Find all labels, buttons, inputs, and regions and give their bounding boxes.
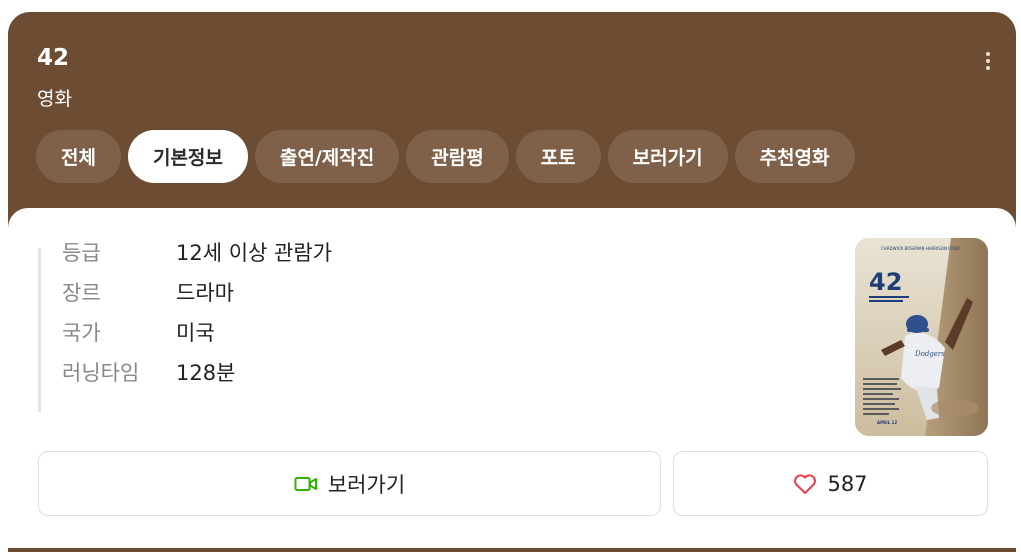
- info-list: 등급 12세 이상 관람가 장르 드라마 국가 미국 러닝타임 128분: [38, 241, 332, 412]
- watch-button[interactable]: 보러가기: [38, 451, 661, 516]
- movie-title: 42: [37, 45, 70, 71]
- tab-cast-crew[interactable]: 출연/제작진: [254, 130, 400, 183]
- basic-info-panel: 등급 12세 이상 관람가 장르 드라마 국가 미국 러닝타임 128분 CHA…: [8, 208, 1016, 548]
- tab-recommended[interactable]: 추천영화: [734, 130, 855, 183]
- tab-basic-info[interactable]: 기본정보: [127, 130, 248, 183]
- movie-poster[interactable]: CHADWICK BOSEMAN HARRISON FORD 42 Dodger…: [855, 238, 988, 436]
- heart-icon: [794, 473, 817, 494]
- tab-photos[interactable]: 포토: [515, 130, 601, 183]
- movie-card: 42 영화 전체 기본정보 출연/제작진 관람평 포토 보러가기 추천영화 등급…: [8, 12, 1016, 552]
- info-label: 러닝타임: [62, 361, 140, 385]
- tab-watch[interactable]: 보러가기: [607, 130, 728, 183]
- info-value: 미국: [176, 321, 215, 345]
- tab-reviews[interactable]: 관람평: [406, 130, 509, 183]
- poster-cast-text: CHADWICK BOSEMAN HARRISON FORD: [881, 246, 960, 251]
- info-value: 12세 이상 관람가: [176, 241, 332, 265]
- tab-bar: 전체 기본정보 출연/제작진 관람평 포토 보러가기 추천영화: [36, 130, 855, 183]
- watch-button-label: 보러가기: [327, 472, 406, 497]
- svg-text:Dodgers: Dodgers: [914, 350, 945, 358]
- more-options-icon[interactable]: [980, 50, 996, 76]
- tab-all[interactable]: 전체: [36, 130, 121, 183]
- info-label: 장르: [62, 281, 101, 305]
- poster-release-text: APRIL 12: [877, 420, 897, 425]
- video-camera-icon: [294, 476, 317, 491]
- poster-title-text: 42: [869, 268, 902, 296]
- info-label: 국가: [62, 321, 101, 345]
- movie-category: 영화: [37, 88, 72, 110]
- info-value: 128분: [176, 361, 236, 385]
- info-row-country: 국가 미국: [62, 320, 332, 360]
- info-label: 등급: [62, 241, 101, 265]
- info-row-rating: 등급 12세 이상 관람가: [62, 240, 332, 280]
- info-row-genre: 장르 드라마: [62, 280, 332, 320]
- like-count: 587: [827, 471, 868, 496]
- info-row-runtime: 러닝타임 128분: [62, 360, 332, 400]
- info-value: 드라마: [176, 281, 234, 305]
- like-button[interactable]: 587: [673, 451, 988, 516]
